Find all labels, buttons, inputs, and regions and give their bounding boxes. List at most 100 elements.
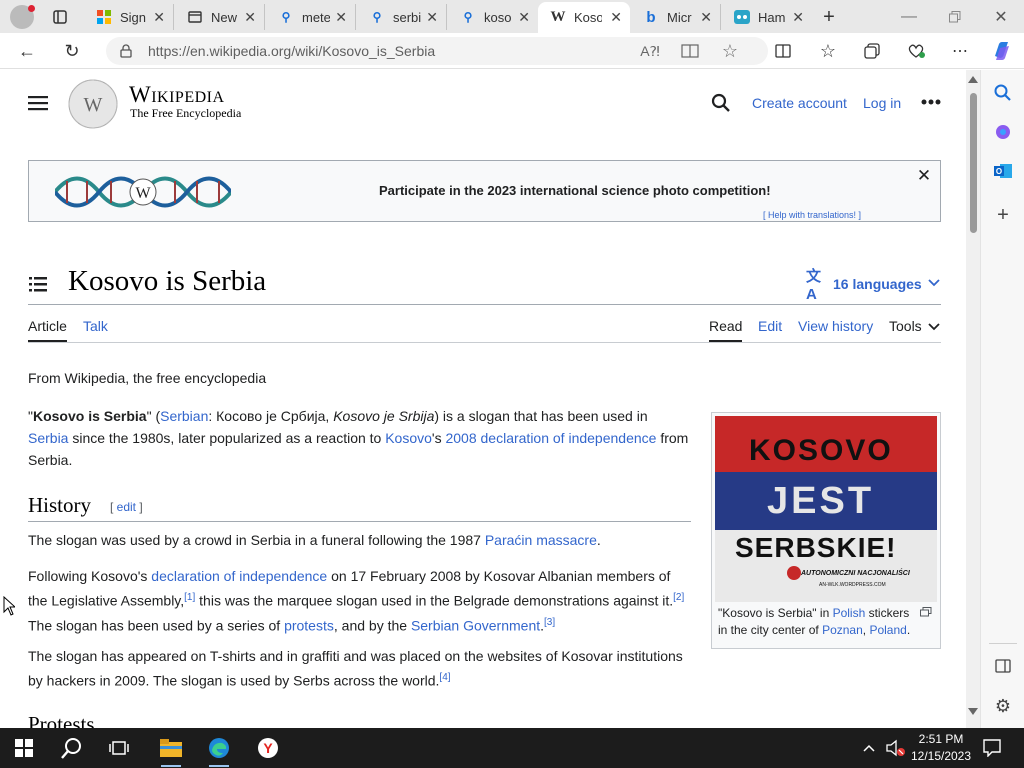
browser-tab[interactable]: ⚲ serbi ✕ bbox=[357, 4, 447, 30]
kosovo-link[interactable]: Kosovo bbox=[385, 430, 432, 446]
address-bar[interactable]: https://en.wikipedia.org/wiki/Kosovo_is_… bbox=[106, 37, 768, 65]
tab-tools[interactable]: Tools bbox=[889, 318, 922, 334]
protests-link[interactable]: protests bbox=[284, 617, 334, 633]
url-text[interactable]: https://en.wikipedia.org/wiki/Kosovo_is_… bbox=[148, 43, 435, 59]
tab-edit[interactable]: Edit bbox=[758, 318, 782, 334]
poland-link[interactable]: Poland bbox=[869, 623, 906, 637]
lock-icon[interactable] bbox=[118, 43, 134, 59]
banner-help-link[interactable]: [ Help with translations! ] bbox=[763, 210, 861, 220]
paracin-massacre-link[interactable]: Paraćin massacre bbox=[485, 532, 597, 548]
close-tab-icon[interactable]: ✕ bbox=[335, 9, 347, 26]
task-view-icon[interactable] bbox=[108, 737, 130, 759]
serbian-government-link[interactable]: Serbian Government bbox=[411, 617, 540, 633]
yandex-browser-icon[interactable]: Y bbox=[256, 736, 280, 760]
reader-view-icon[interactable] bbox=[680, 42, 700, 60]
log-in-link[interactable]: Log in bbox=[863, 95, 901, 111]
notification-icon[interactable] bbox=[981, 737, 1003, 759]
browser-tab[interactable]: ⚲ koso ✕ bbox=[448, 4, 538, 30]
close-tab-icon[interactable]: ✕ bbox=[610, 9, 622, 26]
reference-4[interactable]: [4] bbox=[439, 672, 450, 683]
refresh-icon[interactable]: ↻ bbox=[61, 40, 83, 62]
create-account-link[interactable]: Create account bbox=[752, 95, 847, 111]
sidebar-add-icon[interactable]: + bbox=[992, 204, 1014, 226]
windows-start-icon[interactable] bbox=[14, 738, 34, 758]
performance-icon[interactable] bbox=[906, 41, 926, 61]
toc-list-icon[interactable] bbox=[28, 274, 48, 294]
reference-3[interactable]: [3] bbox=[544, 617, 555, 628]
close-tab-icon[interactable]: ✕ bbox=[244, 9, 256, 26]
browser-tab[interactable]: Sign ✕ bbox=[84, 4, 174, 30]
kosovo-sticker-image[interactable]: KOSOVO JEST SERBSKIE! AUTONOMICZNI NACJO… bbox=[715, 416, 937, 602]
tab-view-history[interactable]: View history bbox=[798, 318, 873, 334]
close-tab-icon[interactable]: ✕ bbox=[426, 9, 438, 26]
wikipedia-globe-logo[interactable]: W bbox=[68, 79, 118, 129]
browser-tab[interactable]: Ham ✕ bbox=[722, 4, 812, 30]
search-icon[interactable] bbox=[710, 92, 732, 114]
taskbar-search-icon[interactable] bbox=[60, 736, 84, 760]
new-tab-button[interactable]: + bbox=[818, 6, 840, 28]
main-menu-icon[interactable] bbox=[27, 93, 49, 113]
lead-text: since the 1980s, later popularized as a … bbox=[68, 430, 386, 446]
polish-link[interactable]: Polish bbox=[833, 606, 866, 620]
scroll-down-arrow-icon[interactable] bbox=[968, 706, 978, 716]
volume-muted-icon[interactable] bbox=[885, 738, 907, 758]
file-explorer-icon[interactable] bbox=[159, 736, 183, 760]
restore-icon[interactable] bbox=[944, 6, 966, 28]
languages-button[interactable]: 16 languages bbox=[833, 276, 922, 292]
reference-1[interactable]: [1] bbox=[184, 592, 195, 603]
favorite-star-icon[interactable]: ☆ bbox=[720, 41, 740, 61]
copilot-icon[interactable] bbox=[990, 39, 1014, 63]
clock-date[interactable]: 12/15/2023 bbox=[910, 749, 972, 763]
sidebar-search-icon[interactable] bbox=[992, 82, 1014, 104]
tab-talk[interactable]: Talk bbox=[83, 318, 108, 334]
browser-tab[interactable]: b Micr ✕ bbox=[631, 4, 721, 30]
wikipedia-wordmark[interactable]: Wikipedia bbox=[129, 82, 225, 108]
language-icon[interactable]: 文A bbox=[806, 268, 828, 303]
browser-tab-active[interactable]: W Koso ✕ bbox=[538, 2, 630, 33]
file-explorer-active-indicator bbox=[161, 765, 181, 767]
reference-2[interactable]: [2] bbox=[673, 592, 684, 603]
scroll-up-arrow-icon[interactable] bbox=[968, 74, 978, 84]
edge-browser-icon[interactable] bbox=[207, 736, 231, 760]
edit-section-link[interactable]: edit bbox=[117, 500, 136, 514]
close-window-icon[interactable]: ✕ bbox=[990, 6, 1012, 28]
chevron-down-icon[interactable] bbox=[927, 320, 941, 334]
tray-chevron-up-icon[interactable] bbox=[861, 740, 877, 756]
back-icon[interactable]: ← bbox=[16, 40, 38, 62]
clock-time[interactable]: 2:51 PM bbox=[918, 732, 964, 746]
minimize-icon[interactable]: — bbox=[898, 6, 920, 28]
close-banner-icon[interactable]: ✕ bbox=[915, 166, 933, 185]
browser-tab[interactable]: ⚲ mete ✕ bbox=[266, 4, 356, 30]
scrollbar-thumb[interactable] bbox=[970, 93, 977, 233]
sidebar-settings-icon[interactable]: ⚙ bbox=[992, 695, 1014, 717]
collections-icon[interactable] bbox=[862, 41, 882, 61]
sidebar-shopping-icon[interactable] bbox=[992, 121, 1014, 143]
enlarge-icon[interactable] bbox=[919, 605, 933, 619]
declaration-link[interactable]: 2008 declaration of independence bbox=[445, 430, 656, 446]
tab-actions-icon[interactable] bbox=[50, 7, 70, 27]
tab-title: serbi bbox=[393, 9, 421, 25]
serbia-link[interactable]: Serbia bbox=[28, 430, 68, 446]
profile-avatar[interactable] bbox=[10, 5, 35, 29]
declaration-of-independence-link[interactable]: declaration of independence bbox=[151, 568, 327, 584]
browser-tab[interactable]: New ✕ bbox=[175, 4, 265, 30]
favorites-icon[interactable]: ☆ bbox=[817, 40, 839, 62]
close-tab-icon[interactable]: ✕ bbox=[700, 9, 712, 26]
read-aloud-icon[interactable]: A⁈ bbox=[640, 42, 660, 60]
sidebar-outlook-icon[interactable]: O bbox=[992, 160, 1014, 182]
close-tab-icon[interactable]: ✕ bbox=[518, 9, 530, 26]
user-menu-ellipsis-icon[interactable] bbox=[920, 95, 942, 109]
tab-read[interactable]: Read bbox=[709, 318, 742, 334]
split-screen-icon[interactable] bbox=[773, 41, 793, 61]
chevron-down-icon[interactable] bbox=[927, 276, 941, 290]
close-tab-icon[interactable]: ✕ bbox=[792, 9, 804, 26]
more-menu-icon[interactable]: ⋯ bbox=[949, 40, 971, 62]
edge-sidebar: O + ⚙ bbox=[980, 70, 1024, 728]
tab-article[interactable]: Article bbox=[28, 318, 67, 334]
serbian-link[interactable]: Serbian bbox=[160, 408, 208, 424]
banner-text[interactable]: Participate in the 2023 international sc… bbox=[379, 183, 771, 198]
sidebar-panel-icon[interactable] bbox=[993, 656, 1013, 676]
edge-active-indicator bbox=[209, 765, 229, 767]
close-tab-icon[interactable]: ✕ bbox=[153, 9, 165, 26]
poznan-link[interactable]: Poznan bbox=[822, 623, 863, 637]
